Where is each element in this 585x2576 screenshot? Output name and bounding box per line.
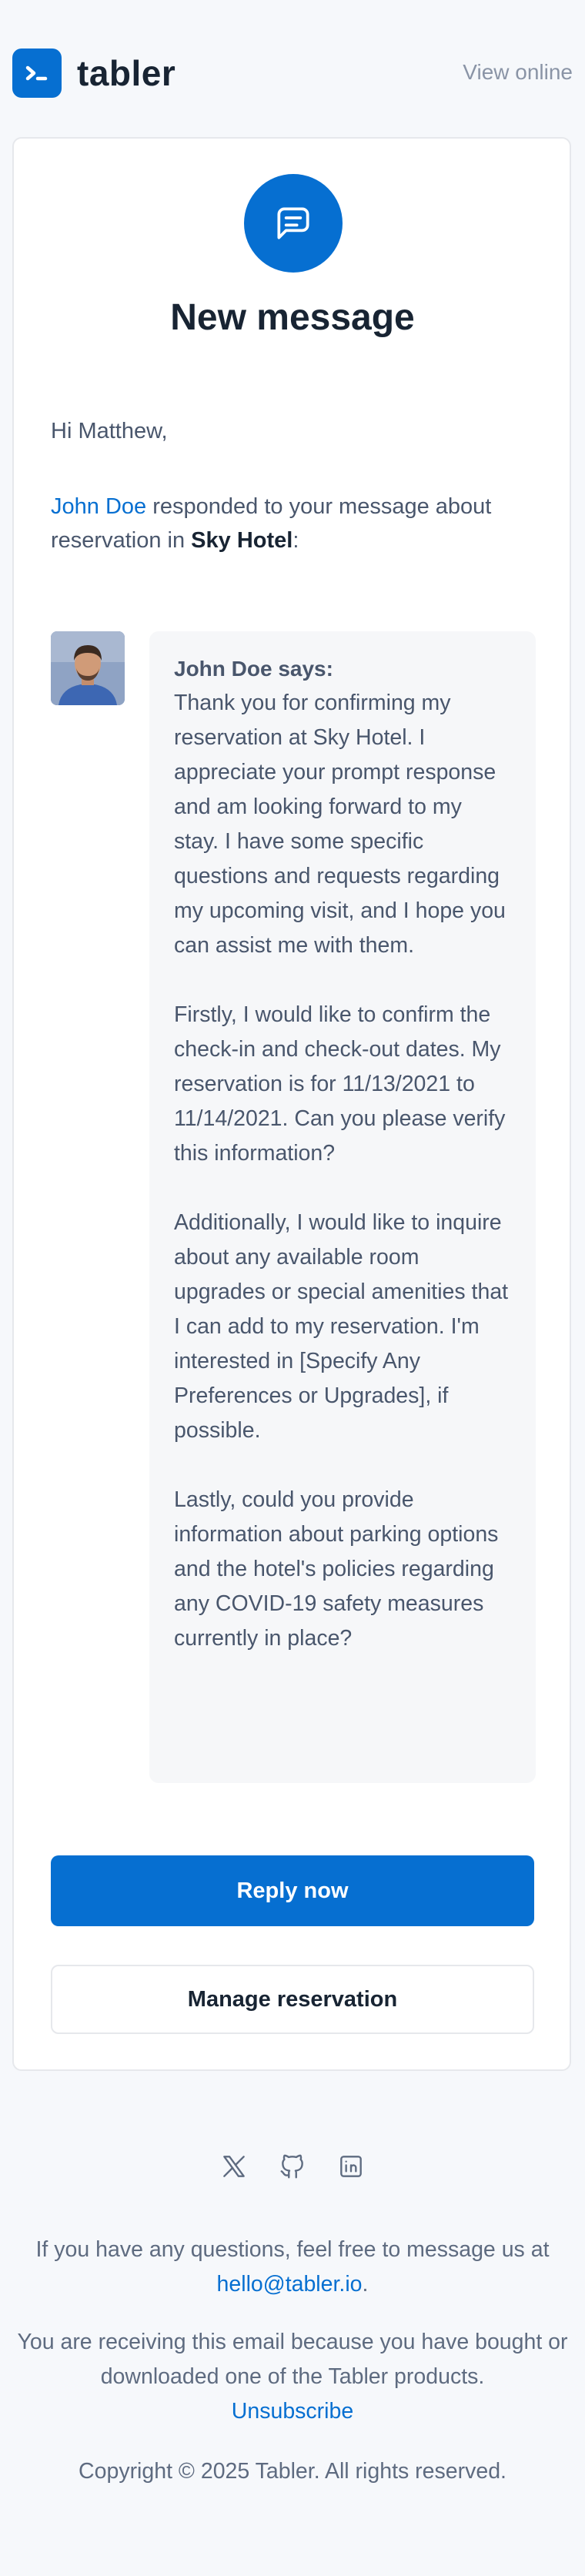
tabler-logo-icon	[12, 49, 62, 98]
message-bubble: John Doe says: Thank you for confirming …	[149, 631, 536, 1783]
footer-receiving: You are receiving this email because you…	[15, 2325, 570, 2429]
message-paragraph: Firstly, I would like to confirm the che…	[174, 1002, 506, 1166]
linkedin-icon[interactable]	[334, 2149, 368, 2183]
footer-email-suffix: .	[362, 2272, 369, 2297]
manage-reservation-button[interactable]: Manage reservation	[51, 1965, 534, 2034]
email-header: tabler View online	[0, 0, 585, 137]
unsubscribe-link[interactable]: Unsubscribe	[232, 2399, 353, 2424]
intro-text: John Doe responded to your message about…	[51, 490, 543, 557]
footer-questions-text: If you have any questions, feel free to …	[35, 2237, 550, 2262]
page-title: New message	[170, 297, 415, 338]
hotel-name: Sky Hotel	[191, 528, 293, 553]
social-links	[0, 2149, 585, 2183]
sender-link[interactable]: John Doe	[51, 494, 146, 519]
support-email-link[interactable]: hello@tabler.io	[217, 2272, 363, 2297]
copyright: Copyright © 2025 Tabler. All rights rese…	[79, 2459, 506, 2484]
view-online-link[interactable]: View online	[463, 60, 573, 85]
email-card: New message Hi Matthew, John Doe respond…	[12, 137, 571, 2071]
reply-now-button[interactable]: Reply now	[51, 1855, 534, 1926]
message-paragraph: Thank you for confirming my reservation …	[174, 691, 506, 958]
brand-name: tabler	[77, 53, 176, 93]
x-icon[interactable]	[217, 2149, 251, 2183]
avatar	[51, 631, 125, 705]
github-icon[interactable]	[276, 2149, 309, 2183]
message-author: John Doe says:	[174, 657, 333, 681]
footer-receiving-text: You are receiving this email because you…	[17, 2330, 568, 2389]
tabler-logo[interactable]: tabler	[12, 49, 176, 98]
message-paragraph: Lastly, could you provide information ab…	[174, 1487, 499, 1651]
intro-end: :	[292, 528, 299, 553]
footer-questions: If you have any questions, feel free to …	[15, 2233, 570, 2302]
message-icon	[244, 174, 343, 273]
greeting: Hi Matthew,	[51, 419, 168, 443]
message-paragraph: Additionally, I would like to inquire ab…	[174, 1210, 509, 1443]
